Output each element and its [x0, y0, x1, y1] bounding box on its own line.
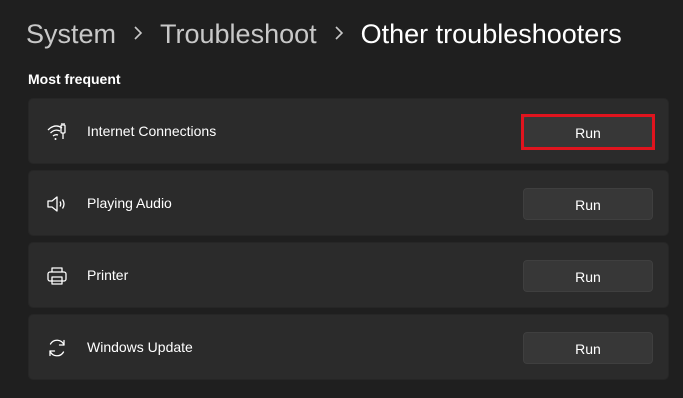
- troubleshooter-label: Windows Update: [87, 339, 193, 355]
- troubleshooter-printer: Printer Run: [28, 242, 669, 308]
- sync-icon: [45, 336, 69, 360]
- run-windows-update-button[interactable]: Run: [523, 332, 653, 364]
- breadcrumb-system[interactable]: System: [26, 19, 116, 50]
- breadcrumb-separator-icon: [116, 22, 160, 45]
- troubleshooter-windows-update: Windows Update Run: [28, 314, 669, 380]
- troubleshooter-label: Printer: [87, 267, 129, 283]
- wifi-icon: [45, 120, 69, 144]
- troubleshooter-label: Playing Audio: [87, 195, 172, 211]
- speaker-icon: [45, 192, 69, 216]
- troubleshooter-playing-audio: Playing Audio Run: [28, 170, 669, 236]
- section-title: Most frequent: [28, 71, 121, 87]
- page-title: Other troubleshooters: [360, 18, 622, 49]
- troubleshooter-internet-connections: Internet Connections Run: [28, 98, 669, 164]
- breadcrumb-separator-icon: [317, 22, 361, 45]
- run-internet-connections-button[interactable]: Run: [523, 116, 653, 148]
- troubleshooter-label: Internet Connections: [87, 123, 217, 139]
- run-printer-button[interactable]: Run: [523, 260, 653, 292]
- breadcrumb-troubleshoot[interactable]: Troubleshoot: [160, 19, 317, 50]
- settings-page: System Troubleshoot Other troubleshooter…: [0, 0, 683, 398]
- printer-icon: [45, 264, 69, 288]
- breadcrumb: System Troubleshoot Other troubleshooter…: [26, 14, 622, 54]
- run-playing-audio-button[interactable]: Run: [523, 188, 653, 220]
